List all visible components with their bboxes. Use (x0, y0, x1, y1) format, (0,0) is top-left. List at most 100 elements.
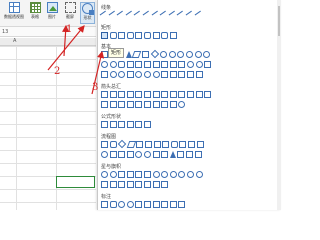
shapes-button[interactable]: 形状 (80, 2, 95, 24)
equal-shape[interactable] (135, 121, 143, 128)
data-shape[interactable] (126, 141, 137, 148)
line-callout-shape[interactable] (169, 201, 177, 208)
up-down-arrow-shape[interactable] (143, 91, 151, 98)
moon-shape[interactable] (143, 71, 151, 78)
circular-arrow-shape[interactable] (178, 101, 186, 108)
curved-arrow-shape[interactable] (178, 91, 186, 98)
line-shape[interactable] (116, 10, 127, 21)
divide-shape[interactable] (126, 121, 134, 128)
star-16-shape[interactable] (178, 171, 186, 178)
rectangle-shape[interactable] (135, 32, 143, 39)
heart-shape[interactable] (118, 71, 126, 78)
star-8-shape[interactable] (152, 171, 160, 178)
minus-shape[interactable] (109, 121, 117, 128)
sort-shape[interactable] (161, 151, 169, 158)
process-shape[interactable] (101, 141, 108, 148)
wave-shape[interactable] (152, 181, 160, 188)
trapezoid-shape[interactable] (141, 51, 149, 58)
text-box-shape[interactable] (101, 51, 108, 58)
curved-ribbon-shape[interactable] (126, 181, 134, 188)
circle-shape[interactable] (203, 51, 211, 58)
quad-arrow-shape[interactable] (152, 91, 160, 98)
rectangle-shape[interactable] (118, 32, 126, 39)
star-10-shape[interactable] (161, 171, 169, 178)
l-shape[interactable] (135, 61, 143, 68)
folded-corner-shape[interactable] (101, 71, 108, 78)
arrow-callout-shape[interactable] (152, 101, 160, 108)
arrow-callout-shape[interactable] (161, 101, 169, 108)
or-shape[interactable] (143, 151, 151, 158)
diamond-shape[interactable] (150, 49, 159, 59)
rounded-rectangle-shape[interactable] (143, 32, 151, 39)
line-shape[interactable] (142, 10, 153, 21)
left-arrow-shape[interactable] (109, 91, 117, 98)
pentagon-arrow-shape[interactable] (118, 101, 126, 108)
arrow-callout-shape[interactable] (169, 101, 177, 108)
arc-shape[interactable] (161, 71, 169, 78)
panel-scrollbar[interactable] (277, 0, 281, 210)
line-shape[interactable] (99, 10, 110, 21)
octagon-shape[interactable] (185, 51, 193, 58)
rounded-rectangle-shape[interactable] (161, 32, 169, 39)
frame-shape[interactable] (118, 61, 126, 68)
heptagon-shape[interactable] (177, 51, 185, 58)
collate-shape[interactable] (152, 151, 160, 158)
line-shape[interactable] (185, 10, 196, 21)
table-button[interactable]: 表格 (28, 2, 42, 24)
pivot-chart-button[interactable]: 数据透视图 (2, 2, 26, 24)
striped-arrow-shape[interactable] (101, 101, 108, 108)
down-arrow-shape[interactable] (126, 91, 134, 98)
rounded-rectangle-shape[interactable] (126, 32, 134, 39)
star-24-shape[interactable] (186, 171, 194, 178)
arrow-callout-shape[interactable] (143, 101, 151, 108)
star-4-shape[interactable] (118, 171, 126, 178)
cloud-shape[interactable] (152, 71, 160, 78)
line-callout-shape[interactable] (178, 201, 186, 208)
curved-arrow-shape[interactable] (186, 91, 194, 98)
plaque-shape[interactable] (152, 61, 160, 68)
stored-data-shape[interactable] (185, 151, 193, 158)
multiply-shape[interactable] (118, 121, 126, 128)
up-arrow-shape[interactable] (118, 91, 126, 98)
curved-arrow-shape[interactable] (204, 91, 212, 98)
hexagon-shape[interactable] (168, 51, 176, 58)
curved-ribbon-shape[interactable] (118, 181, 126, 188)
not-equal-shape[interactable] (143, 121, 151, 128)
rectangle-shape[interactable] (101, 32, 108, 39)
extract-shape[interactable] (169, 151, 176, 158)
bracket-pair-shape[interactable] (169, 71, 177, 78)
connector-shape[interactable] (101, 151, 108, 158)
right-bracket-shape[interactable] (195, 71, 203, 78)
terminator-shape[interactable] (170, 141, 178, 148)
name-box[interactable]: 13 (0, 27, 96, 37)
explosion-shape[interactable] (101, 171, 108, 178)
arrow-callout-shape[interactable] (135, 101, 143, 108)
rectangle-shape[interactable] (152, 32, 160, 39)
plus-shape[interactable] (101, 121, 108, 128)
merge-shape[interactable] (177, 151, 185, 158)
smiley-face-shape[interactable] (109, 71, 117, 78)
explosion-shape[interactable] (109, 171, 117, 178)
pie-shape[interactable] (101, 61, 108, 68)
scrollbar-thumb[interactable] (278, 6, 280, 36)
notched-arrow-shape[interactable] (109, 101, 117, 108)
rectangle-shape[interactable] (169, 32, 177, 39)
line-callout-shape[interactable] (152, 201, 160, 208)
selected-cell[interactable] (56, 176, 95, 188)
screenshot-button[interactable]: 截屏 (62, 2, 78, 24)
multidocument-shape[interactable] (162, 141, 170, 148)
bevel-shape[interactable] (178, 61, 186, 68)
curved-arrow-shape[interactable] (195, 91, 203, 98)
no-symbol-shape[interactable] (195, 61, 203, 68)
cross-shape[interactable] (143, 61, 151, 68)
line-shape[interactable] (194, 10, 204, 21)
double-wave-shape[interactable] (161, 181, 169, 188)
star-12-shape[interactable] (169, 171, 177, 178)
brace-pair-shape[interactable] (178, 71, 186, 78)
line-callout-shape[interactable] (143, 201, 151, 208)
internal-storage-shape[interactable] (144, 141, 152, 148)
punched-tape-shape[interactable] (126, 151, 134, 158)
document-shape[interactable] (153, 141, 161, 148)
picture-button[interactable]: 图片 (44, 2, 60, 24)
donut-shape[interactable] (186, 61, 194, 68)
